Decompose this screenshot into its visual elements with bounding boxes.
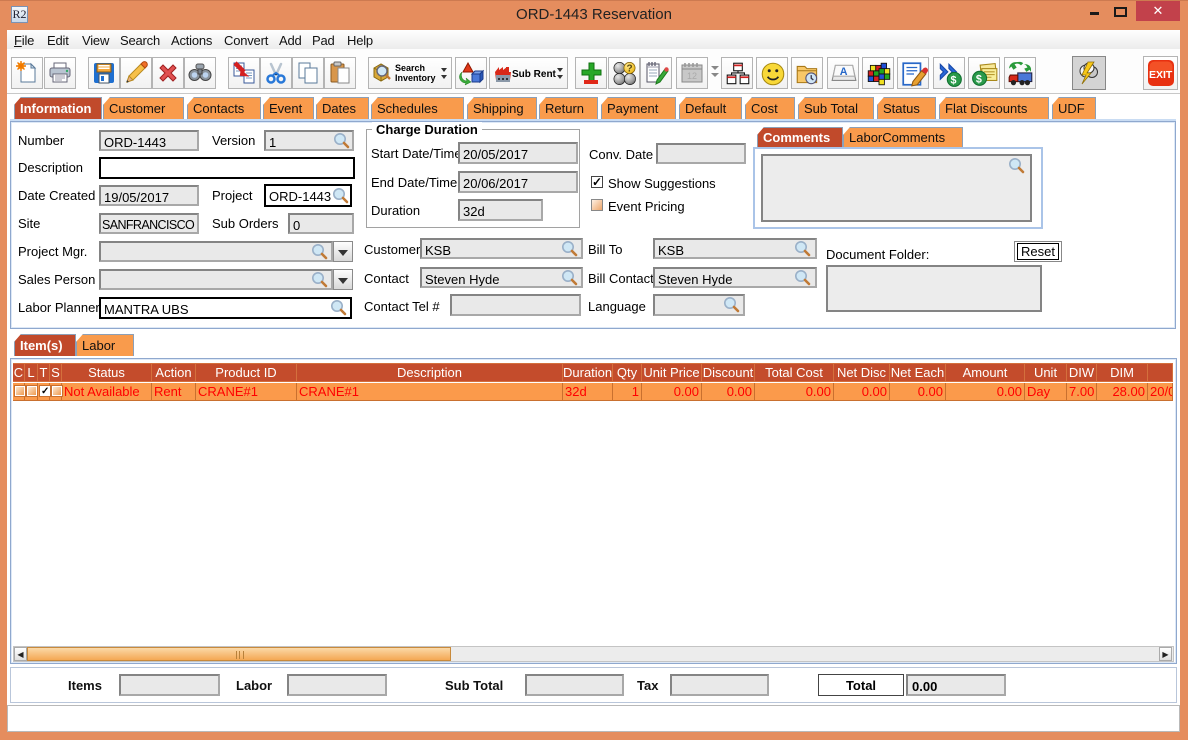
svg-text:Sub Rent: Sub Rent <box>512 69 557 80</box>
svg-text:A: A <box>840 66 848 78</box>
svg-text:Inventory: Inventory <box>395 73 436 83</box>
svg-text:$: $ <box>951 75 957 87</box>
svg-text:EXIT: EXIT <box>1149 69 1173 81</box>
svg-text:Search: Search <box>395 63 425 73</box>
svg-text:12: 12 <box>687 71 697 81</box>
svg-text:?: ? <box>627 64 633 75</box>
svg-text:$: $ <box>976 74 982 86</box>
